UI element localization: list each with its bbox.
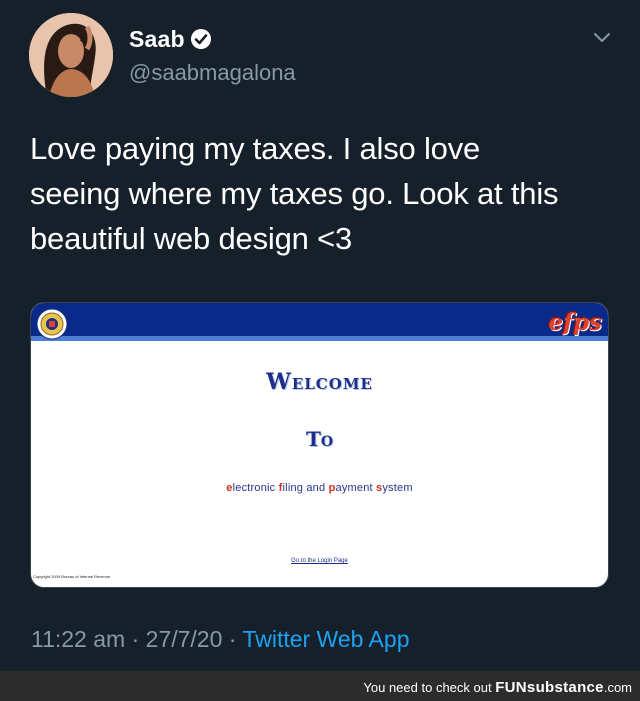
system-name-text: ayment <box>335 482 377 494</box>
system-name-initial: p <box>328 482 336 494</box>
display-name[interactable]: Saab <box>129 26 185 53</box>
tweet-card: Saab @saabmagalona Love paying my taxes.… <box>0 0 640 671</box>
avatar-photo <box>29 13 113 97</box>
tweet-source[interactable]: Twitter Web App <box>242 626 409 652</box>
handle[interactable]: @saabmagalona <box>129 60 296 86</box>
meta-separator: · <box>222 626 243 652</box>
tweet-meta: 11:22 am · 27/7/20 · Twitter Web App <box>31 626 409 653</box>
system-name-text: iling and <box>282 482 329 494</box>
watermark-prefix: You need to check out <box>363 680 496 695</box>
system-name-text: lectronic <box>232 482 279 494</box>
watermark-brand: FUNsubstance <box>495 679 604 696</box>
avatar[interactable] <box>29 13 113 97</box>
welcome-heading: Welcome <box>266 369 373 395</box>
login-page-link[interactable]: Go to the Login Page <box>31 558 608 564</box>
chevron-down-icon[interactable] <box>592 30 612 44</box>
system-name: electronic filing and payment system <box>31 482 608 494</box>
tweet-text: Love paying my taxes. I also love seeing… <box>30 126 620 261</box>
efps-logo: efps <box>548 309 602 336</box>
watermark-suffix: .com <box>603 680 632 695</box>
tweet-text-line: beautiful web design <3 <box>30 221 353 256</box>
tweet-text-line: Love paying my taxes. I also love <box>30 131 481 166</box>
tweet-text-line: seeing where my taxes go. Look at this <box>30 176 559 211</box>
copyright-text: Copyright 2009 Bureau of Internal Revenu… <box>33 574 111 579</box>
verified-badge-icon <box>191 29 211 49</box>
seal-icon <box>36 308 68 340</box>
system-name-text: ystem <box>382 482 413 494</box>
meta-separator: · <box>125 626 146 652</box>
tweet-media-image[interactable]: efps Welcome To electronic filing and pa… <box>30 302 609 588</box>
watermark-text: You need to check out FUNsubstance.com <box>363 679 632 696</box>
tweet-time[interactable]: 11:22 am <box>31 626 125 652</box>
efps-header-bar <box>31 303 608 341</box>
watermark-bar: You need to check out FUNsubstance.com <box>0 671 640 701</box>
tweet-date[interactable]: 27/7/20 <box>146 626 223 652</box>
to-heading: To <box>305 427 334 451</box>
